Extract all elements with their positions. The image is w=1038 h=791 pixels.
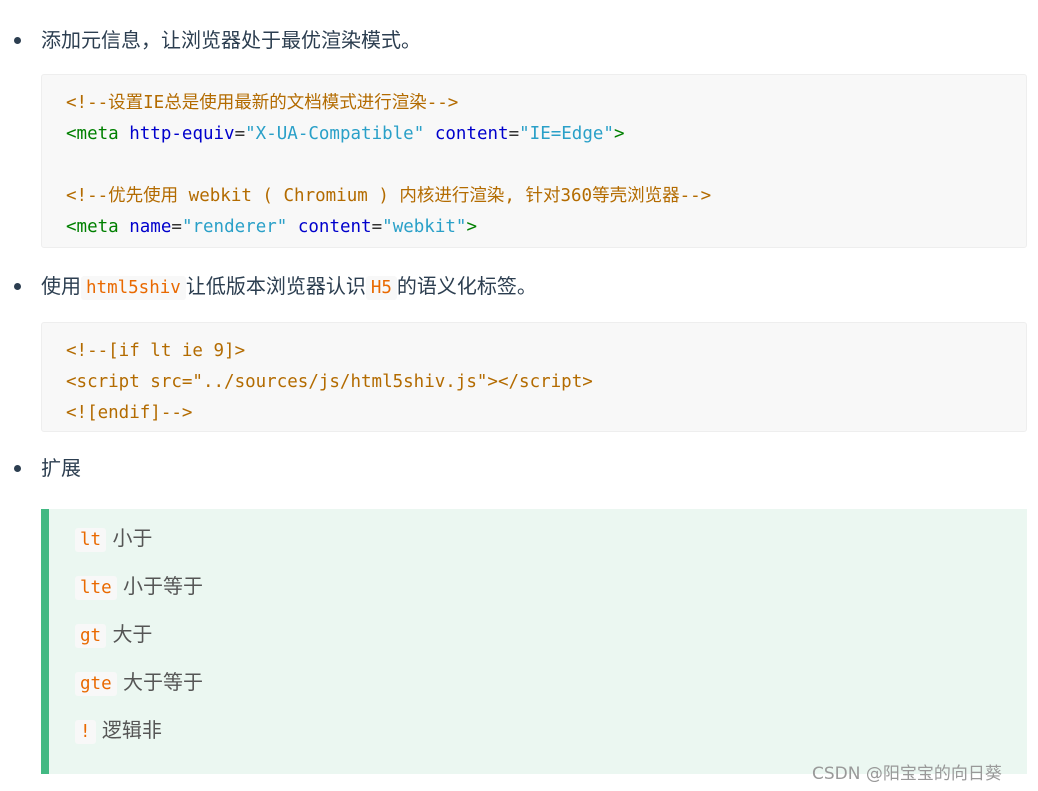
- code-attr: http-equiv: [129, 124, 235, 144]
- item-text: 添加元信息，让浏览器处于最优渲染模式。: [41, 28, 421, 52]
- item-text: 的语义化标签。: [396, 274, 537, 298]
- code-attr: content: [297, 217, 372, 237]
- inline-code: lt: [75, 528, 107, 552]
- code-line: <script src="../sources/js/html5shiv.js"…: [66, 372, 593, 392]
- operator-item: lt 小于: [75, 523, 1027, 571]
- inline-code: html5shiv: [81, 276, 186, 300]
- inline-code: gte: [75, 672, 117, 696]
- operator-desc: 大于: [112, 622, 153, 646]
- operator-desc: 大于等于: [122, 670, 203, 694]
- inline-code: gt: [75, 624, 107, 648]
- inline-code: lte: [75, 576, 117, 600]
- operator-desc: 小于等于: [122, 574, 203, 598]
- code-tag: <meta: [66, 124, 119, 144]
- operator-item: ! 逻辑非: [75, 715, 1027, 763]
- operator-item: lte 小于等于: [75, 571, 1027, 619]
- code-tag: >: [466, 217, 477, 237]
- operators-blockquote: lt 小于 lte 小于等于 gt 大于 gte 大于等于 ! 逻辑非: [41, 509, 1027, 774]
- code-line: <!--[if lt ie 9]>: [66, 341, 246, 361]
- code-comment: <!--优先使用 webkit ( Chromium ) 内核进行渲染, 针对3…: [66, 186, 712, 206]
- code-comment: <!--设置IE总是使用最新的文档模式进行渲染-->: [66, 93, 459, 113]
- code-block-meta: <!--设置IE总是使用最新的文档模式进行渲染--> <meta http-eq…: [41, 74, 1027, 248]
- list-item: 使用 html5shiv 让低版本浏览器认识 H5 的语义化标签。: [14, 272, 537, 302]
- bullet: [14, 465, 21, 472]
- bullet: [14, 37, 21, 44]
- code-string: "X-UA-Compatible": [245, 124, 425, 144]
- operator-item: gt 大于: [75, 619, 1027, 667]
- code-line: <![endif]-->: [66, 403, 193, 423]
- code-attr: name: [129, 217, 172, 237]
- code-string: "webkit": [382, 217, 467, 237]
- list-item: 扩展: [14, 454, 81, 482]
- operator-desc: 小于: [112, 526, 153, 550]
- item-text: 使用: [41, 274, 81, 298]
- code-tag: >: [613, 124, 625, 144]
- list-item: 添加元信息，让浏览器处于最优渲染模式。: [14, 26, 421, 54]
- code-block-html5shiv: <!--[if lt ie 9]> <script src="../source…: [41, 322, 1027, 432]
- operator-desc: 逻辑非: [101, 718, 162, 742]
- watermark: CSDN @阳宝宝的向日葵: [812, 764, 1002, 784]
- item-text: 扩展: [41, 456, 81, 480]
- code-attr: content: [434, 124, 509, 144]
- operator-item: gte 大于等于: [75, 667, 1027, 715]
- code-string: "IE=Edge": [519, 124, 614, 144]
- bullet: [14, 283, 21, 290]
- inline-code: !: [75, 720, 96, 744]
- inline-code: H5: [365, 276, 397, 300]
- code-tag: <meta: [66, 217, 119, 237]
- code-string: "renderer": [181, 217, 288, 237]
- item-text: 让低版本浏览器认识: [185, 274, 366, 298]
